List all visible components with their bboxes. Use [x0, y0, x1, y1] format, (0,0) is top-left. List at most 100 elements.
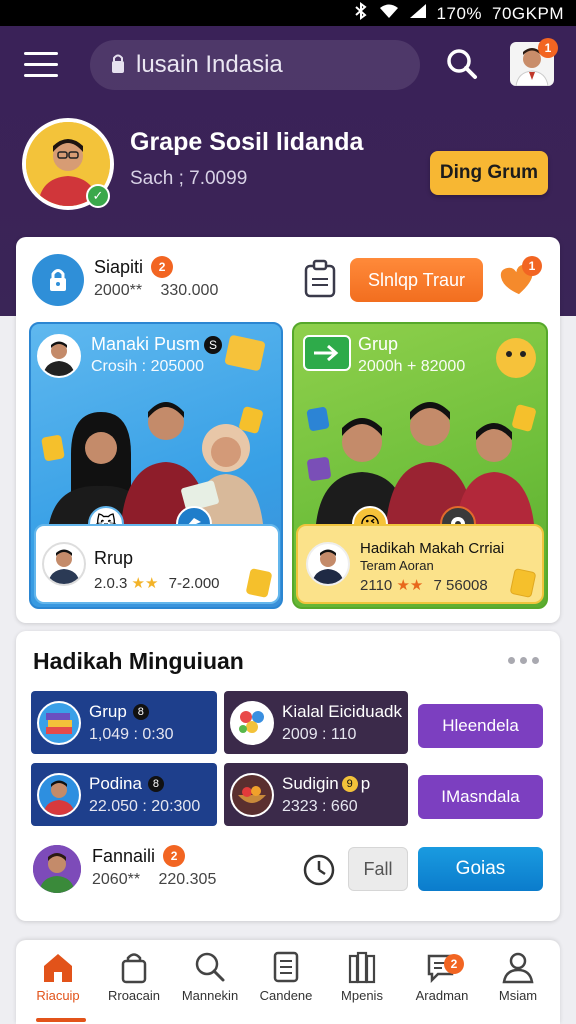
fannaili-title: Fannaili	[92, 845, 156, 866]
tile-kialal-text: Kialal Eiciduadk 2009 : 110	[282, 702, 402, 744]
clipboard-icon[interactable]	[303, 259, 337, 299]
star-icon: ★★	[396, 577, 424, 594]
profile-subtitle: Sach ; 7.0099	[130, 168, 248, 189]
active-nav-indicator	[36, 1018, 86, 1022]
nav-item-profile[interactable]: Msiam	[480, 950, 556, 1003]
books-icon	[348, 951, 376, 984]
tile-sudigin[interactable]: Sudigin 9 p 2323 : 660	[224, 763, 408, 826]
tile-podina-stat: 22.050 : 20:300	[89, 797, 201, 815]
promo-green-stat: 2000h + 82000	[358, 358, 466, 375]
tile-kialal-stat: 2009 : 110	[282, 725, 357, 743]
player-avatar	[37, 772, 81, 817]
promo-blue-footer[interactable]: Rrup 2.0.3 ★★ 7-2.000	[34, 524, 280, 604]
promo-green-footer-stats: 2110 ★★ 7 56008	[360, 576, 488, 594]
search-text: lusain Indasia	[136, 51, 283, 78]
bluetooth-icon	[353, 2, 369, 25]
nav-item-search[interactable]: Mannekin	[172, 950, 248, 1003]
tile-sudigin-title: Sudigin	[282, 773, 339, 793]
promo-green-footer-stat-left: 2110	[360, 577, 393, 594]
tile-podina-title: Podina	[89, 773, 142, 793]
chat-badge: 2	[444, 954, 464, 974]
nav-item-list[interactable]: Candene	[248, 950, 324, 1003]
nav-label-home: Riacuip	[36, 988, 80, 1003]
coin-icon	[509, 567, 537, 599]
tile-podina-badge: 8	[147, 775, 164, 792]
battery-percent: 170%	[436, 3, 483, 23]
notification-badge: 1	[538, 38, 558, 58]
tile-grup[interactable]: Grup 8 1,049 : 0:30	[31, 691, 217, 754]
tile-grup-stat: 1,049 : 0:30	[89, 725, 174, 743]
fannaili-stat-left: 2060**	[92, 871, 141, 888]
nav-label-search: Mannekin	[181, 988, 239, 1003]
tile-sudigin-text: Sudigin 9 p 2323 : 660	[282, 774, 370, 816]
status-icons: 170% 70GKPM	[353, 2, 564, 25]
tile-sudigin-badge: 9	[341, 775, 358, 792]
promo-green-footer-stat-right: 7 56008	[433, 577, 488, 594]
fannaili-stats: 2060** 220.305	[92, 871, 216, 889]
books-icon	[37, 700, 81, 745]
search-icon	[195, 952, 225, 982]
promo-green-footer[interactable]: Hadikah Makah Crriai Teram Aoran 2110 ★★…	[296, 524, 544, 604]
tile-grup-title: Grup	[89, 701, 127, 721]
promo-green-footer-sub: Teram Aoran	[360, 558, 434, 573]
summary-badge: 2	[151, 256, 174, 278]
nav-item-bag[interactable]: Rroacain	[96, 950, 172, 1003]
fannaili-title-row: Fannaili 2	[92, 845, 186, 867]
nav-label-profile: Msiam	[498, 988, 538, 1003]
promo-blue-badge: S	[204, 335, 223, 354]
promo-blue-title-row: Manaki Pusm S	[91, 334, 223, 355]
tile-kialal[interactable]: Kialal Eiciduadk 2009 : 110	[224, 691, 408, 754]
balloons-icon	[230, 700, 274, 745]
nav-item-books[interactable]: Mpenis	[324, 950, 400, 1003]
list-icon	[273, 951, 299, 983]
tile-sudigin-stat: 2323 : 660	[282, 797, 358, 815]
tile-sudigin-suffix: p	[360, 773, 371, 793]
ding-grum-button[interactable]: Ding Grum	[430, 151, 548, 195]
fannaili-badge: 2	[163, 845, 186, 867]
promo-blue-footer-title: Rrup	[94, 548, 134, 568]
wifi-icon	[379, 3, 399, 24]
menu-icon[interactable]	[24, 52, 58, 78]
nav-label-bag: Rroacain	[107, 988, 161, 1003]
more-options-icon[interactable]	[508, 657, 544, 665]
promo-blue-title: Manaki Pusm	[91, 334, 201, 354]
heart-badge: 1	[522, 256, 542, 276]
search-icon[interactable]	[442, 44, 482, 84]
fannaili-stat-right: 220.305	[158, 871, 217, 888]
fannaili-avatar	[33, 845, 81, 893]
hleendela-button[interactable]: Hleendela	[418, 704, 543, 748]
clock: 70GKPM	[492, 3, 564, 23]
fall-button[interactable]: Fall	[348, 847, 408, 891]
nav-item-chat[interactable]: Aradman	[404, 950, 480, 1003]
nav-item-home[interactable]: Riacuip	[20, 950, 96, 1003]
nav-label-chat: Aradman	[415, 988, 469, 1003]
goias-button[interactable]: Goias	[418, 847, 543, 891]
profile-name: Grape Sosil lidanda	[130, 128, 364, 156]
nav-label-books: Mpenis	[341, 988, 383, 1003]
promo-blue-footer-stat-right: 7-2.000	[168, 575, 220, 592]
status-bar: 170% 70GKPM	[0, 0, 576, 26]
promo-blue-footer-stat-left: 2.0.3	[94, 575, 128, 592]
fruit-bowl-icon	[230, 772, 274, 817]
signal-icon	[409, 3, 427, 24]
summary-title: Siapiti	[94, 256, 144, 277]
footer-avatar	[306, 542, 350, 586]
user-icon	[502, 952, 534, 984]
slinqp-traur-button[interactable]: Slnlqp Traur	[350, 258, 483, 302]
summary-title-row: Siapiti 2	[94, 256, 174, 278]
tile-podina[interactable]: Podina 8 22.050 : 20:300	[31, 763, 217, 826]
summary-stat-left: 2000**	[94, 282, 143, 299]
timer-icon[interactable]	[301, 851, 337, 887]
section-title: Hadikah Minguiuan	[33, 648, 244, 674]
bag-icon	[121, 953, 147, 984]
imasndala-button[interactable]: IMasndala	[418, 775, 543, 819]
lock-badge-icon	[32, 254, 84, 306]
coin-icon	[245, 567, 273, 599]
lock-icon	[110, 52, 126, 79]
tile-podina-text: Podina 8 22.050 : 20:300	[89, 774, 200, 816]
search-input[interactable]: lusain Indasia	[90, 40, 420, 90]
promo-green-title-row: Grup	[358, 334, 398, 355]
home-icon	[44, 954, 72, 982]
summary-stat-right: 330.000	[160, 282, 219, 299]
verified-icon: ✓	[86, 184, 110, 208]
